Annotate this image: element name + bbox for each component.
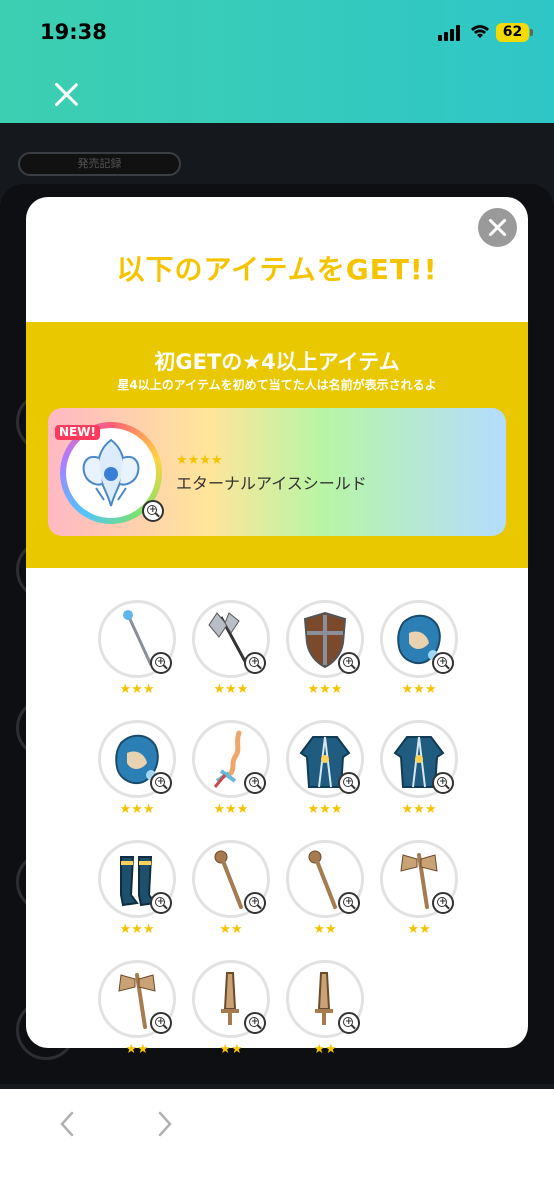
zoom-icon[interactable]: + (244, 772, 266, 794)
featured-item-name: エターナルアイスシールド (176, 474, 367, 493)
background-pill: 発売記録 (18, 152, 181, 176)
zoom-icon[interactable]: + (244, 1012, 266, 1034)
section-subtitle: 星4以上のアイテムを初めて当てた人は名前が表示されるよ (117, 378, 437, 392)
signal-icon (438, 25, 464, 41)
rarity-stars: ★★★ (119, 802, 155, 817)
rarity-stars: ★★★ (401, 682, 437, 697)
modal-close-button[interactable] (478, 208, 517, 247)
rarity-stars: ★★ (313, 922, 337, 937)
reward-item[interactable]: + ★★★ (286, 600, 366, 710)
rarity-stars: ★★★ (119, 922, 155, 937)
close-icon[interactable] (54, 82, 79, 107)
reward-item[interactable]: + ★★★ (98, 840, 178, 950)
modal-title: 以下のアイテムをGET!! (116, 253, 438, 286)
rarity-stars: ★★★ (213, 802, 249, 817)
wifi-icon (470, 22, 490, 40)
rarity-stars: ★★ (125, 1042, 149, 1057)
rarity-stars: ★★ (219, 1042, 243, 1057)
forward-arrow-icon[interactable] (154, 1111, 174, 1137)
section-title: 初GETの★4以上アイテム (154, 350, 400, 374)
reward-item[interactable]: + ★★★ (192, 600, 272, 710)
rarity-stars: ★★ (313, 1042, 337, 1057)
reward-item[interactable]: + ★★ (98, 960, 178, 1070)
zoom-icon[interactable]: + (142, 500, 164, 522)
reward-item[interactable]: + ★★★ (380, 600, 460, 710)
rarity-stars: ★★★ (401, 802, 437, 817)
zoom-icon[interactable]: + (432, 772, 454, 794)
zoom-icon[interactable]: + (150, 772, 172, 794)
reward-item[interactable]: + ★★ (192, 960, 272, 1070)
reward-item[interactable]: + ★★ (286, 840, 366, 950)
zoom-icon[interactable]: + (338, 1012, 360, 1034)
zoom-icon[interactable]: + (244, 652, 266, 674)
reward-item[interactable]: + ★★★ (380, 720, 460, 830)
browser-toolbar (0, 1089, 554, 1199)
new-badge: NEW! (55, 425, 100, 440)
zoom-icon[interactable]: + (150, 652, 172, 674)
rarity-stars: ★★ (407, 922, 431, 937)
rarity-stars: ★★★ (213, 682, 249, 697)
rarity-stars: ★★★★ (176, 453, 223, 468)
zoom-icon[interactable]: + (432, 892, 454, 914)
rarity-stars: ★★★ (307, 802, 343, 817)
rarity-stars: ★★★ (307, 682, 343, 697)
reward-item[interactable]: + ★★ (286, 960, 366, 1070)
zoom-icon[interactable]: + (150, 1012, 172, 1034)
zoom-icon[interactable]: + (432, 652, 454, 674)
reward-item[interactable]: + ★★★ (286, 720, 366, 830)
reward-item[interactable]: + ★★★ (192, 720, 272, 830)
status-time: 19:38 (40, 20, 107, 44)
reward-item[interactable]: + ★★ (192, 840, 272, 950)
reward-item[interactable]: + ★★★ (98, 600, 178, 710)
rarity-stars: ★★★ (119, 682, 155, 697)
header-bar (0, 0, 554, 123)
zoom-icon[interactable]: + (244, 892, 266, 914)
rarity-stars: ★★ (219, 922, 243, 937)
zoom-icon[interactable]: + (338, 772, 360, 794)
zoom-icon[interactable]: + (338, 652, 360, 674)
zoom-icon[interactable]: + (338, 892, 360, 914)
reward-item[interactable]: + ★★★ (98, 720, 178, 830)
zoom-icon[interactable]: + (150, 892, 172, 914)
reward-item[interactable]: + ★★ (380, 840, 460, 950)
back-arrow-icon[interactable] (58, 1111, 78, 1137)
battery-icon: 62 (496, 23, 533, 42)
